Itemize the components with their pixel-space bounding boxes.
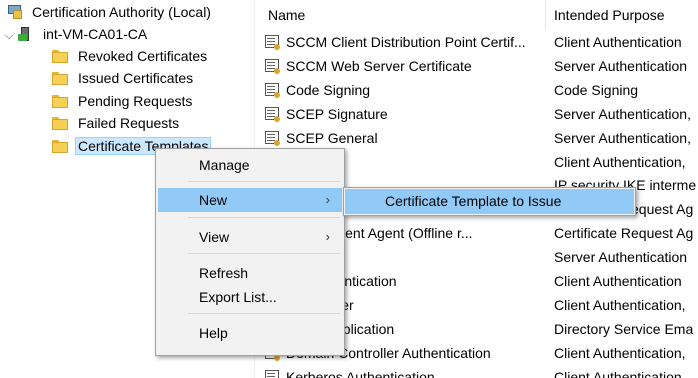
menu-item-label: New bbox=[199, 192, 228, 208]
column-header-name[interactable]: Name bbox=[268, 0, 305, 30]
template-name-text: Code Signing bbox=[286, 81, 371, 98]
menu-separator bbox=[188, 313, 340, 314]
menu-separator bbox=[188, 181, 340, 182]
menu-separator bbox=[188, 253, 340, 254]
table-row[interactable]: Code Signing Code Signing bbox=[260, 78, 698, 102]
intended-purpose-cell: Server Authentication, bbox=[554, 105, 691, 122]
folder-icon bbox=[52, 117, 68, 130]
folder-icon bbox=[52, 50, 68, 63]
template-name-cell: Kerberos Authentication bbox=[264, 365, 546, 378]
tree-item-label: Revoked Certificates bbox=[78, 48, 208, 64]
menu-item-label: Export List... bbox=[199, 289, 277, 305]
template-name-text: SCCM Web Server Certificate bbox=[286, 57, 472, 74]
chevron-right-icon: › bbox=[325, 229, 330, 244]
intended-purpose-cell: Code Signing bbox=[554, 81, 639, 98]
intended-purpose-cell: Server Authentication, bbox=[554, 129, 691, 146]
context-menu: Manage New › View › Refresh Export List.… bbox=[155, 148, 345, 356]
template-name-text: SCEP Signature bbox=[286, 105, 388, 122]
certificate-template-icon bbox=[264, 35, 280, 50]
chevron-right-icon: › bbox=[325, 192, 330, 207]
column-header-intended-purpose[interactable]: Intended Purpose bbox=[554, 0, 665, 30]
intended-purpose-cell: Certificate Request Ag bbox=[554, 225, 694, 242]
template-name-cell: SCEP General bbox=[264, 126, 546, 150]
folder-icon bbox=[52, 140, 68, 153]
table-row[interactable]: SCEP Signature Server Authentication, bbox=[260, 102, 698, 126]
tree-item-issued-certificates[interactable]: Issued Certificates bbox=[52, 67, 195, 89]
tree-item-label: Issued Certificates bbox=[78, 70, 194, 86]
template-name-text: Kerberos Authentication bbox=[286, 368, 435, 378]
template-name-text: SCCM Client Distribution Point Certif... bbox=[286, 34, 526, 50]
column-divider[interactable] bbox=[545, 0, 546, 30]
menu-item-new[interactable]: New › bbox=[158, 188, 342, 212]
certificate-template-icon bbox=[264, 130, 280, 146]
table-row[interactable]: SCEP General Server Authentication, bbox=[260, 126, 698, 150]
menu-item-help[interactable]: Help bbox=[158, 321, 342, 345]
intended-purpose-cell: Client Authentication, bbox=[554, 368, 686, 378]
certificate-template-icon bbox=[264, 82, 280, 98]
menu-item-view[interactable]: View › bbox=[158, 225, 342, 249]
certificate-template-icon bbox=[264, 58, 280, 74]
chevron-down-icon[interactable]: ⌵ bbox=[4, 25, 14, 47]
certificate-authority-icon bbox=[8, 5, 23, 19]
menu-item-label: View bbox=[199, 229, 230, 245]
template-name-text: SCEP General bbox=[286, 129, 378, 146]
template-name-cell: SCCM Client Distribution Point Certif... bbox=[264, 30, 546, 54]
folder-icon bbox=[52, 95, 68, 108]
tree-item-label: Failed Requests bbox=[78, 115, 180, 131]
intended-purpose-cell: Server Authentication bbox=[554, 249, 688, 266]
intended-purpose-cell: Client Authentication, bbox=[554, 296, 686, 313]
menu-item-label: Help bbox=[199, 325, 228, 341]
table-row[interactable]: SCCM Client Distribution Point Certif...… bbox=[260, 30, 698, 54]
menu-item-label: Certificate Template to Issue bbox=[385, 193, 562, 209]
tree-item-failed-requests[interactable]: Failed Requests bbox=[52, 112, 181, 134]
table-row[interactable]: SCCM Web Server Certificate Server Authen… bbox=[260, 54, 698, 78]
tree-ca-label: int-VM-CA01-CA bbox=[43, 26, 148, 42]
table-row[interactable]: Kerberos Authentication Client Authentica… bbox=[260, 365, 698, 378]
intended-purpose-cell: Client Authentication bbox=[554, 273, 682, 289]
intended-purpose-cell: Client Authentication, bbox=[554, 153, 686, 170]
ca-server-icon bbox=[18, 26, 34, 42]
menu-item-export-list[interactable]: Export List... bbox=[158, 285, 342, 309]
new-submenu: Certificate Template to Issue bbox=[343, 187, 636, 216]
menu-item-label: Manage bbox=[199, 157, 250, 173]
tree-item-label: Pending Requests bbox=[78, 93, 193, 109]
intended-purpose-cell: Client Authentication bbox=[554, 34, 682, 50]
tree-node-ca[interactable]: ⌵ int-VM-CA01-CA bbox=[4, 23, 149, 45]
template-name-cell: SCEP Signature bbox=[264, 102, 546, 126]
certificate-template-icon bbox=[264, 369, 280, 378]
menu-item-certificate-template-to-issue[interactable]: Certificate Template to Issue bbox=[345, 189, 634, 214]
menu-item-manage[interactable]: Manage bbox=[158, 153, 342, 177]
intended-purpose-cell: Server Authentication bbox=[554, 57, 688, 74]
tree-root-label: Certification Authority (Local) bbox=[32, 4, 211, 20]
template-name-cell: Code Signing bbox=[264, 78, 546, 102]
certificate-template-icon bbox=[264, 106, 280, 122]
menu-item-refresh[interactable]: Refresh bbox=[158, 261, 342, 285]
tree-item-pending-requests[interactable]: Pending Requests bbox=[52, 90, 194, 112]
intended-purpose-cell: Directory Service Ema bbox=[554, 320, 694, 337]
menu-item-label: Refresh bbox=[199, 265, 249, 281]
folder-icon bbox=[52, 72, 68, 85]
menu-separator bbox=[188, 217, 340, 218]
tree-item-revoked-certificates[interactable]: Revoked Certificates bbox=[52, 45, 209, 67]
tree-root-certification-authority[interactable]: Certification Authority (Local) bbox=[8, 1, 213, 23]
template-name-cell: SCCM Web Server Certificate bbox=[264, 54, 546, 78]
intended-purpose-cell: Client Authentication, bbox=[554, 344, 686, 361]
